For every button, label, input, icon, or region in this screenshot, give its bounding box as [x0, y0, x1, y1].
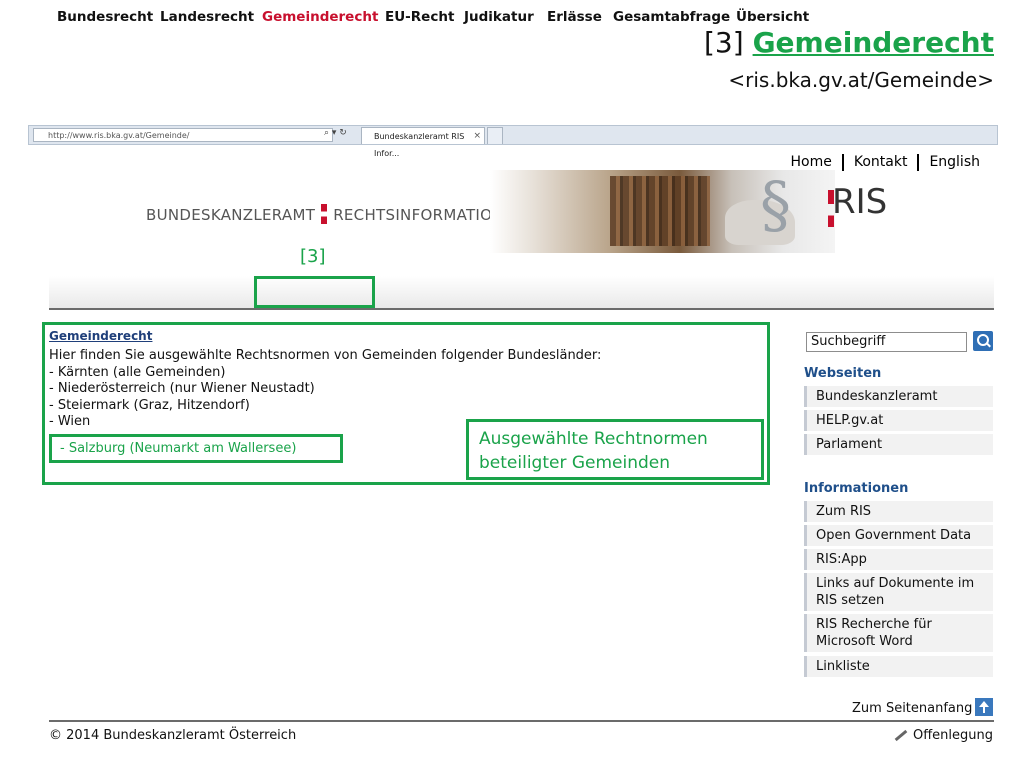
annotation-highlight-nav — [254, 276, 375, 308]
nav-erlaesse[interactable]: Erlässe — [547, 9, 602, 25]
note-line-1: Ausgewählte Rechtnormen — [479, 429, 708, 449]
webseiten-heading: Webseiten — [804, 366, 882, 381]
annotation-label: [3] — [300, 246, 326, 267]
sidebar-item-ogd[interactable]: Open Government Data — [804, 525, 993, 546]
sidebar-item-zum-ris[interactable]: Zum RIS — [804, 501, 993, 522]
main-nav — [49, 276, 994, 310]
search-input[interactable]: Suchbegriff — [806, 332, 967, 352]
slide-url: <ris.bka.gv.at/Gemeinde> — [728, 68, 994, 92]
to-top-link[interactable]: Zum Seitenanfang — [852, 701, 972, 716]
address-bar[interactable]: http://www.ris.bka.gv.at/Gemeinde/ — [33, 128, 333, 142]
content-heading[interactable]: Gemeinderecht — [49, 329, 152, 343]
browser-toolbar: http://www.ris.bka.gv.at/Gemeinde/ ⌕ ▾ ↻… — [28, 125, 998, 158]
ris-logo-text: RIS — [832, 182, 888, 222]
sidebar-item-help[interactable]: HELP.gv.at — [804, 410, 993, 431]
slide-title-link[interactable]: Gemeinderecht — [753, 26, 994, 59]
imprint-link[interactable]: Offenlegung — [894, 728, 993, 743]
sidebar-item-links[interactable]: Links auf Dokumente im RIS setzen — [804, 573, 993, 611]
informationen-heading: Informationen — [804, 481, 909, 496]
note-line-2: beteiligter Gemeinden — [479, 453, 671, 473]
nav-eu-recht[interactable]: EU-Recht — [385, 9, 454, 25]
search-refresh-icons[interactable]: ⌕ ▾ ↻ — [324, 128, 347, 138]
list-item: - Kärnten (alle Gemeinden) — [49, 365, 226, 380]
nav-gemeinderecht[interactable]: Gemeinderecht — [262, 9, 378, 25]
slide-ref: [3] — [704, 26, 744, 59]
list-item: - Niederösterreich (nur Wiener Neustadt) — [49, 381, 315, 396]
arrow-up-icon[interactable] — [975, 698, 993, 716]
link-kontakt[interactable]: Kontakt — [844, 154, 918, 171]
nav-uebersicht[interactable]: Übersicht — [736, 9, 809, 25]
new-tab-button[interactable] — [487, 127, 503, 144]
content-intro: Hier finden Sie ausgewählte Rechtsnormen… — [49, 348, 602, 363]
ris-logo[interactable]: § RIS — [760, 168, 900, 242]
copyright: © 2014 Bundeskanzleramt Österreich — [49, 728, 297, 743]
link-english[interactable]: English — [919, 154, 990, 171]
sidebar-item-linkliste[interactable]: Linkliste — [804, 656, 993, 677]
search-icon[interactable] — [973, 331, 993, 351]
browser-tab-title: Bundeskanzleramt RIS Infor... — [374, 132, 465, 158]
sidebar-item-bundeskanzleramt[interactable]: Bundeskanzleramt — [804, 386, 993, 407]
list-item: - Wien — [49, 414, 91, 429]
nav-judikatur[interactable]: Judikatur — [464, 9, 534, 25]
nav-landesrecht[interactable]: Landesrecht — [160, 9, 254, 25]
nav-bundesrecht[interactable]: Bundesrecht — [57, 9, 153, 25]
salzburg-annotation: - Salzburg (Neumarkt am Wallersee) — [60, 441, 297, 456]
brand-mark-icon — [321, 204, 328, 224]
slide-title: [3] Gemeinderecht — [704, 26, 994, 59]
list-item: - Steiermark (Graz, Hitzendorf) — [49, 398, 250, 413]
pen-icon — [894, 729, 908, 742]
sidebar-item-ris-app[interactable]: RIS:App — [804, 549, 993, 570]
paragraph-icon: § — [760, 168, 791, 241]
nav-gesamtabfrage[interactable]: Gesamtabfrage — [613, 9, 730, 25]
top-links: Home Kontakt English — [781, 154, 991, 171]
close-tab-icon[interactable]: × — [473, 128, 481, 145]
sidebar-item-parlament[interactable]: Parlament — [804, 434, 993, 455]
brand-left: BUNDESKANZLERAMT — [146, 206, 316, 224]
browser-tab[interactable]: Bundeskanzleramt RIS Infor... × — [361, 127, 485, 158]
sidebar-item-word[interactable]: RIS Recherche für Microsoft Word — [804, 614, 993, 652]
imprint-label: Offenlegung — [912, 728, 993, 743]
annotation-note: Ausgewählte Rechtnormen beteiligter Geme… — [479, 427, 708, 475]
footer-divider — [49, 720, 994, 722]
bookshelf-image — [610, 176, 710, 246]
